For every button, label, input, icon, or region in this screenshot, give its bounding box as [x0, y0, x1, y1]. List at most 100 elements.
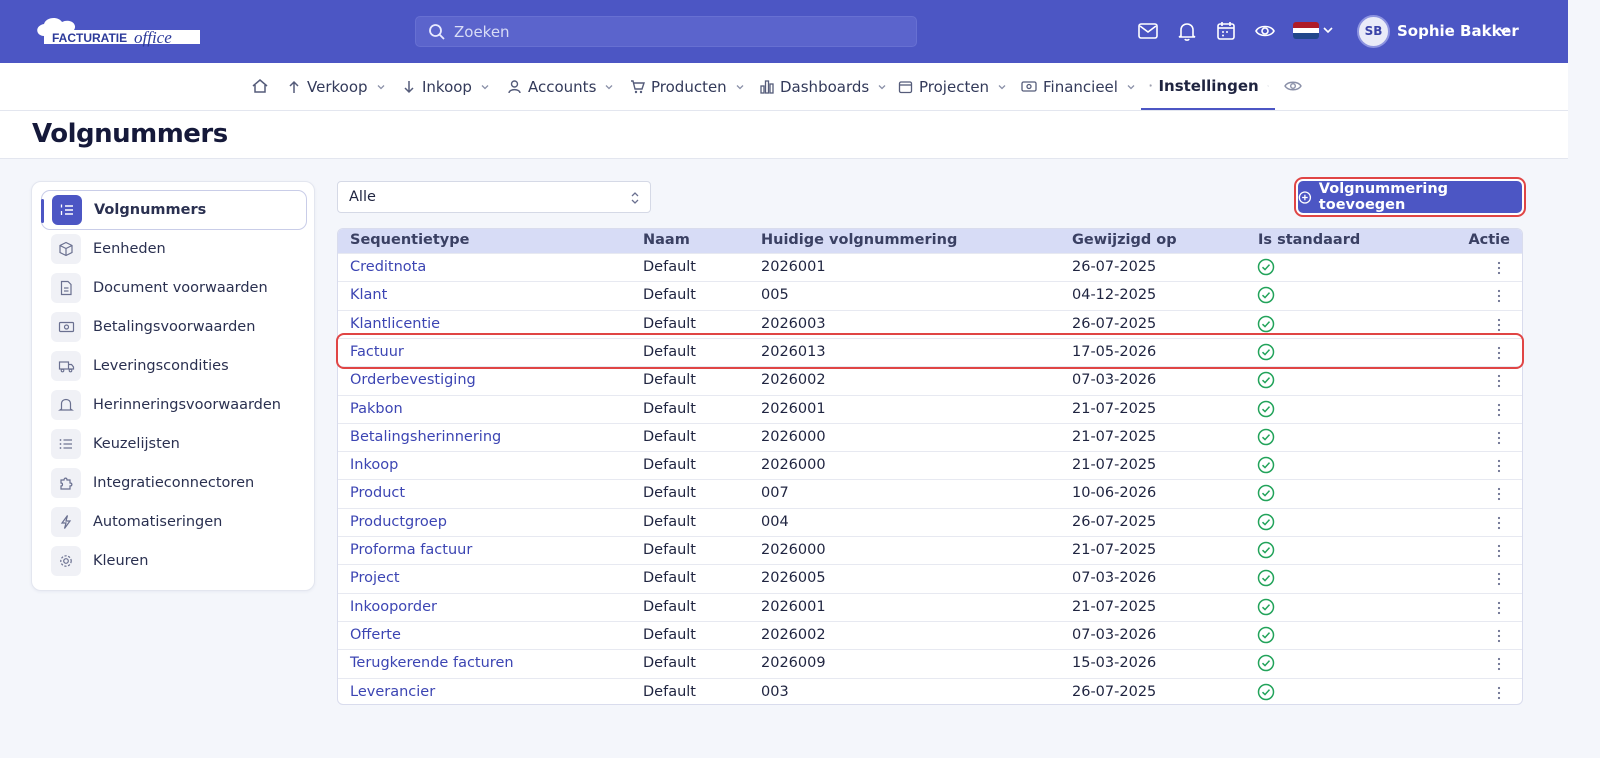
mail-icon[interactable]	[1137, 20, 1159, 42]
more-vertical-icon[interactable]	[1496, 402, 1502, 418]
cell-gewijzigd-op: 07-03-2026	[1072, 626, 1157, 643]
chevron-down-icon[interactable]	[1322, 24, 1334, 36]
nav-dashboards[interactable]: Dashboards	[759, 63, 893, 110]
sequence-type-link[interactable]: Betalingsherinnering	[350, 429, 501, 445]
more-vertical-icon[interactable]	[1496, 260, 1502, 276]
col-header-naam[interactable]: Naam	[643, 232, 690, 248]
check-circle-icon	[1257, 541, 1275, 559]
sidebar-item-automatiseringen[interactable]: Automatiseringen	[41, 502, 307, 542]
cell-naam: Default	[643, 542, 696, 558]
sidebar-item-leveringscondities[interactable]: Leveringscondities	[41, 346, 307, 386]
more-vertical-icon[interactable]	[1496, 628, 1502, 644]
more-vertical-icon[interactable]	[1496, 373, 1502, 389]
sequence-type-link[interactable]: Orderbevestiging	[350, 372, 476, 388]
nav-producten[interactable]: Producten	[630, 63, 751, 110]
more-vertical-icon[interactable]	[1496, 458, 1502, 474]
cell-huidige-volgnummering: 2026005	[761, 570, 826, 587]
table-row[interactable]: Product Default 007 10-06-2026	[338, 479, 1522, 507]
table-row[interactable]: Leverancier Default 003 26-07-2025	[338, 677, 1522, 705]
table-row[interactable]: Klant Default 005 04-12-2025	[338, 281, 1522, 309]
table-row[interactable]: Orderbevestiging Default 2026002 07-03-2026	[338, 366, 1522, 394]
nav-label: Dashboards	[780, 77, 870, 96]
sidebar-item-label: Eenheden	[93, 241, 166, 257]
sidebar-item-eenheden[interactable]: Eenheden	[41, 229, 307, 269]
col-header-sequentietype[interactable]: Sequentietype	[350, 232, 469, 248]
table-row[interactable]: Inkoop Default 2026000 21-07-2025	[338, 451, 1522, 479]
cell-huidige-volgnummering: 2026000	[761, 457, 826, 474]
col-header-huidige-volgnummering[interactable]: Huidige volgnummering	[761, 232, 957, 248]
table-header: Sequentietype Naam Huidige volgnummering…	[338, 229, 1522, 253]
table-row[interactable]: Creditnota Default 2026001 26-07-2025	[338, 253, 1522, 281]
nav-projecten[interactable]: Projecten	[898, 63, 1013, 110]
more-vertical-icon[interactable]	[1496, 600, 1502, 616]
more-vertical-icon[interactable]	[1496, 571, 1502, 587]
nav-verkoop[interactable]: Verkoop	[287, 63, 392, 110]
sequence-type-link[interactable]: Klantlicentie	[350, 316, 440, 332]
sidebar-item-label: Document voorwaarden	[93, 280, 268, 296]
sequence-type-link[interactable]: Inkooporder	[350, 599, 437, 615]
calendar-icon[interactable]	[1215, 20, 1237, 42]
table-row[interactable]: Inkooporder Default 2026001 21-07-2025	[338, 592, 1522, 621]
more-vertical-icon[interactable]	[1496, 543, 1502, 559]
nav-instellingen[interactable]: Instellingen	[1141, 63, 1275, 110]
sequence-type-link[interactable]: Project	[350, 570, 400, 586]
search-box[interactable]	[415, 16, 917, 47]
more-vertical-icon[interactable]	[1496, 656, 1502, 672]
sequence-type-link[interactable]: Proforma factuur	[350, 542, 472, 558]
table-row[interactable]: Klantlicentie Default 2026003 26-07-2025	[338, 309, 1522, 338]
sequence-type-link[interactable]: Terugkerende facturen	[350, 655, 514, 671]
col-header-is-standaard[interactable]: Is standaard	[1258, 232, 1360, 248]
home-icon[interactable]	[251, 77, 269, 95]
more-vertical-icon[interactable]	[1496, 430, 1502, 446]
sidebar-item-document-voorwaarden[interactable]: Document voorwaarden	[41, 268, 307, 308]
table-row[interactable]: Pakbon Default 2026001 21-07-2025	[338, 394, 1522, 423]
table-row[interactable]: Terugkerende facturen Default 2026009 15-03…	[338, 649, 1522, 677]
more-vertical-icon[interactable]	[1496, 685, 1502, 701]
sidebar-item-keuzelijsten[interactable]: Keuzelijsten	[41, 424, 307, 464]
eye-icon[interactable]	[1284, 78, 1302, 94]
table-row[interactable]: Project Default 2026005 07-03-2026	[338, 564, 1522, 592]
sequence-type-link[interactable]: Product	[350, 485, 405, 501]
sidebar-item-volgnummers[interactable]: Volgnummers	[41, 190, 307, 230]
more-vertical-icon[interactable]	[1496, 345, 1502, 361]
avatar[interactable]: SB	[1357, 15, 1390, 48]
sidebar-item-betalingsvoorwaarden[interactable]: Betalingsvoorwaarden	[41, 307, 307, 347]
nav-inkoop[interactable]: Inkoop	[402, 63, 496, 110]
more-vertical-icon[interactable]	[1496, 288, 1502, 304]
table-row[interactable]: Betalingsherinnering Default 2026000 21-07-…	[338, 422, 1522, 451]
chevron-up-down-icon	[631, 192, 639, 204]
bell-icon[interactable]	[1176, 20, 1198, 42]
search-input[interactable]	[454, 17, 904, 46]
add-sequence-button[interactable]: Volgnummering toevoegen	[1298, 181, 1522, 213]
chevron-down-icon[interactable]	[1498, 25, 1510, 37]
sequence-type-link[interactable]: Offerte	[350, 627, 401, 643]
sequence-type-link[interactable]: Pakbon	[350, 401, 403, 417]
nav-financieel[interactable]: Financieel	[1021, 63, 1142, 110]
language-flag-icon[interactable]	[1293, 22, 1319, 39]
more-vertical-icon[interactable]	[1496, 486, 1502, 502]
table-row[interactable]: Proforma factuur Default 2026000 21-07-2025	[338, 536, 1522, 564]
check-circle-icon	[1257, 654, 1275, 672]
cell-gewijzigd-op: 04-12-2025	[1072, 287, 1157, 304]
table-row[interactable]: Productgroep Default 004 26-07-2025	[338, 507, 1522, 536]
table-row[interactable]: Offerte Default 2026002 07-03-2026	[338, 620, 1522, 649]
more-vertical-icon[interactable]	[1496, 317, 1502, 333]
sidebar-item-integratieconnectoren[interactable]: Integratieconnectoren	[41, 463, 307, 503]
sidebar-item-herinneringsvoorwaarden[interactable]: Herinneringsvoorwaarden	[41, 385, 307, 425]
sidebar-item-kleuren[interactable]: Kleuren	[41, 541, 307, 581]
facturatie-office-logo[interactable]: FACTURATIE office	[30, 14, 202, 50]
sequence-type-link[interactable]: Inkoop	[350, 457, 398, 473]
sequence-type-link[interactable]: Productgroep	[350, 514, 447, 530]
cell-naam: Default	[643, 457, 696, 474]
nav-accounts[interactable]: Accounts	[507, 63, 620, 110]
sequence-type-link[interactable]: Leverancier	[350, 684, 435, 700]
sequence-type-link[interactable]: Factuur	[350, 344, 404, 360]
more-vertical-icon[interactable]	[1496, 515, 1502, 531]
col-header-gewijzigd-op[interactable]: Gewijzigd op	[1072, 232, 1177, 248]
sequence-type-link[interactable]: Klant	[350, 287, 387, 303]
table-row[interactable]: Factuur Default 2026013 17-05-2026	[338, 337, 1522, 366]
eye-icon[interactable]	[1254, 20, 1276, 42]
cell-gewijzigd-op: 21-07-2025	[1072, 542, 1157, 558]
sequence-type-link[interactable]: Creditnota	[350, 259, 426, 275]
sequence-filter-select[interactable]: Alle	[337, 181, 651, 213]
